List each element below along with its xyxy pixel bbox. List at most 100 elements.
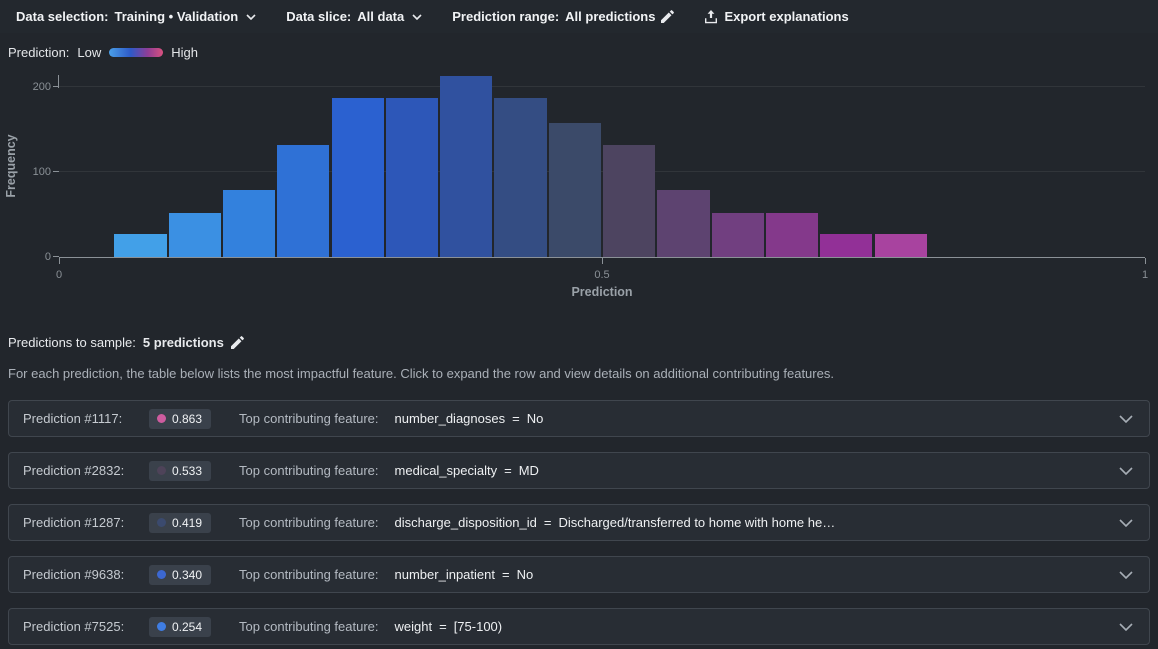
feature-name: weight [395, 619, 433, 634]
x-tick-label: 1 [1142, 269, 1148, 281]
prediction-row[interactable]: Prediction #1287: 0.419 Top contributing… [8, 504, 1150, 541]
legend-high-label: High [171, 45, 198, 60]
data-slice-label: Data slice: [286, 9, 351, 24]
predictions-to-sample-label: Predictions to sample: [8, 335, 136, 350]
score-dot-icon [157, 466, 166, 475]
feature-name: number_diagnoses [395, 411, 506, 426]
data-slice-dropdown[interactable]: Data slice: All data [286, 9, 422, 24]
feature-expression: number_inpatient=No [395, 567, 534, 582]
score-badge: 0.533 [149, 461, 211, 481]
histogram-bar[interactable] [169, 213, 221, 257]
x-tick-mark [1145, 258, 1146, 264]
data-slice-value: All data [357, 9, 404, 24]
x-tick-mark [59, 258, 60, 264]
prediction-histogram: Frequency 0100200 00.51 Prediction [0, 67, 1158, 299]
score-value: 0.419 [172, 516, 202, 530]
score-badge: 0.340 [149, 565, 211, 585]
data-selection-dropdown[interactable]: Data selection: Training • Validation [16, 9, 256, 24]
feature-name: discharge_disposition_id [395, 515, 537, 530]
feature-value: Discharged/transferred to home with home… [558, 515, 835, 530]
histogram-bar[interactable] [657, 190, 709, 257]
score-badge: 0.254 [149, 617, 211, 637]
feature-operator: = [512, 411, 520, 426]
feature-value: No [527, 411, 544, 426]
chevron-down-icon[interactable] [1119, 571, 1133, 579]
x-tick-label: 0 [56, 269, 62, 281]
histogram-bar[interactable] [332, 98, 384, 257]
prediction-range-label: Prediction range: [452, 9, 559, 24]
predictions-to-sample-value: 5 predictions [143, 335, 224, 350]
data-selection-value: Training • Validation [114, 9, 238, 24]
histogram-bar[interactable] [223, 190, 275, 257]
histogram-bar[interactable] [277, 145, 329, 257]
top-feature-label: Top contributing feature: [239, 619, 378, 634]
prediction-row[interactable]: Prediction #9638: 0.340 Top contributing… [8, 556, 1150, 593]
predictions-to-sample-control: Predictions to sample: 5 predictions [8, 335, 1158, 350]
histogram-bar[interactable] [712, 213, 764, 257]
prediction-row[interactable]: Prediction #7525: 0.254 Top contributing… [8, 608, 1150, 645]
chevron-down-icon[interactable] [1119, 415, 1133, 423]
histogram-bar[interactable] [440, 76, 492, 257]
prediction-row-label: Prediction #1117: [23, 411, 149, 426]
score-badge: 0.419 [149, 513, 211, 533]
histogram-bar[interactable] [114, 234, 166, 257]
x-tick-label: 0.5 [594, 269, 609, 281]
prediction-gradient-pill [109, 48, 163, 57]
feature-value: MD [519, 463, 539, 478]
chevron-down-icon[interactable] [1119, 519, 1133, 527]
feature-expression: discharge_disposition_id=Discharged/tran… [395, 515, 836, 530]
prediction-row[interactable]: Prediction #2832: 0.533 Top contributing… [8, 452, 1150, 489]
toolbar: Data selection: Training • Validation Da… [0, 0, 1158, 33]
edit-pencil-icon[interactable] [661, 10, 674, 23]
gridline [59, 86, 1145, 87]
chevron-down-icon [246, 14, 256, 20]
feature-expression: medical_specialty = MD [395, 463, 539, 478]
feature-expression: weight=[75-100) [395, 619, 503, 634]
prediction-rows: Prediction #1117: 0.863 Top contributing… [8, 400, 1150, 645]
legend-label: Prediction: [8, 45, 69, 60]
y-tick-label: 0 [45, 251, 51, 263]
y-tick-mark [53, 171, 59, 172]
top-feature-label: Top contributing feature: [239, 567, 378, 582]
table-description: For each prediction, the table below lis… [8, 366, 1158, 381]
histogram-bar[interactable] [603, 145, 655, 257]
histogram-plot: 00.51 [59, 75, 1145, 257]
score-dot-icon [157, 570, 166, 579]
prediction-row-label: Prediction #2832: [23, 463, 149, 478]
chevron-down-icon[interactable] [1119, 623, 1133, 631]
histogram-bar[interactable] [549, 123, 601, 257]
histogram-bar[interactable] [386, 98, 438, 257]
prediction-row-label: Prediction #9638: [23, 567, 149, 582]
prediction-row-label: Prediction #1287: [23, 515, 149, 530]
y-axis-tick-labels: 0100200 [0, 75, 51, 257]
histogram-bar[interactable] [766, 213, 818, 257]
y-tick-mark [53, 256, 59, 257]
score-dot-icon [157, 518, 166, 527]
export-explanations-button[interactable]: Export explanations [704, 9, 848, 24]
prediction-range-control[interactable]: Prediction range: All predictions [452, 9, 674, 24]
export-upload-icon [704, 10, 718, 24]
feature-operator: = [504, 463, 512, 478]
feature-name: medical_specialty [395, 463, 498, 478]
x-axis-title: Prediction [59, 285, 1145, 299]
top-feature-label: Top contributing feature: [239, 515, 378, 530]
histogram-bar[interactable] [494, 98, 546, 257]
prediction-row-label: Prediction #7525: [23, 619, 149, 634]
histogram-bar[interactable] [875, 234, 927, 257]
score-dot-icon [157, 414, 166, 423]
y-tick-label: 200 [33, 81, 51, 93]
y-tick-mark [53, 86, 59, 87]
feature-value: [75-100) [454, 619, 502, 634]
prediction-row[interactable]: Prediction #1117: 0.863 Top contributing… [8, 400, 1150, 437]
histogram-bar[interactable] [820, 234, 872, 257]
top-feature-label: Top contributing feature: [239, 411, 378, 426]
score-value: 0.340 [172, 568, 202, 582]
chevron-down-icon[interactable] [1119, 467, 1133, 475]
top-feature-label: Top contributing feature: [239, 463, 378, 478]
data-selection-label: Data selection: [16, 9, 108, 24]
edit-pencil-icon[interactable] [231, 336, 244, 349]
chevron-down-icon [412, 14, 422, 20]
score-dot-icon [157, 622, 166, 631]
feature-expression: number_diagnoses = No [395, 411, 544, 426]
x-tick-mark [602, 258, 603, 264]
